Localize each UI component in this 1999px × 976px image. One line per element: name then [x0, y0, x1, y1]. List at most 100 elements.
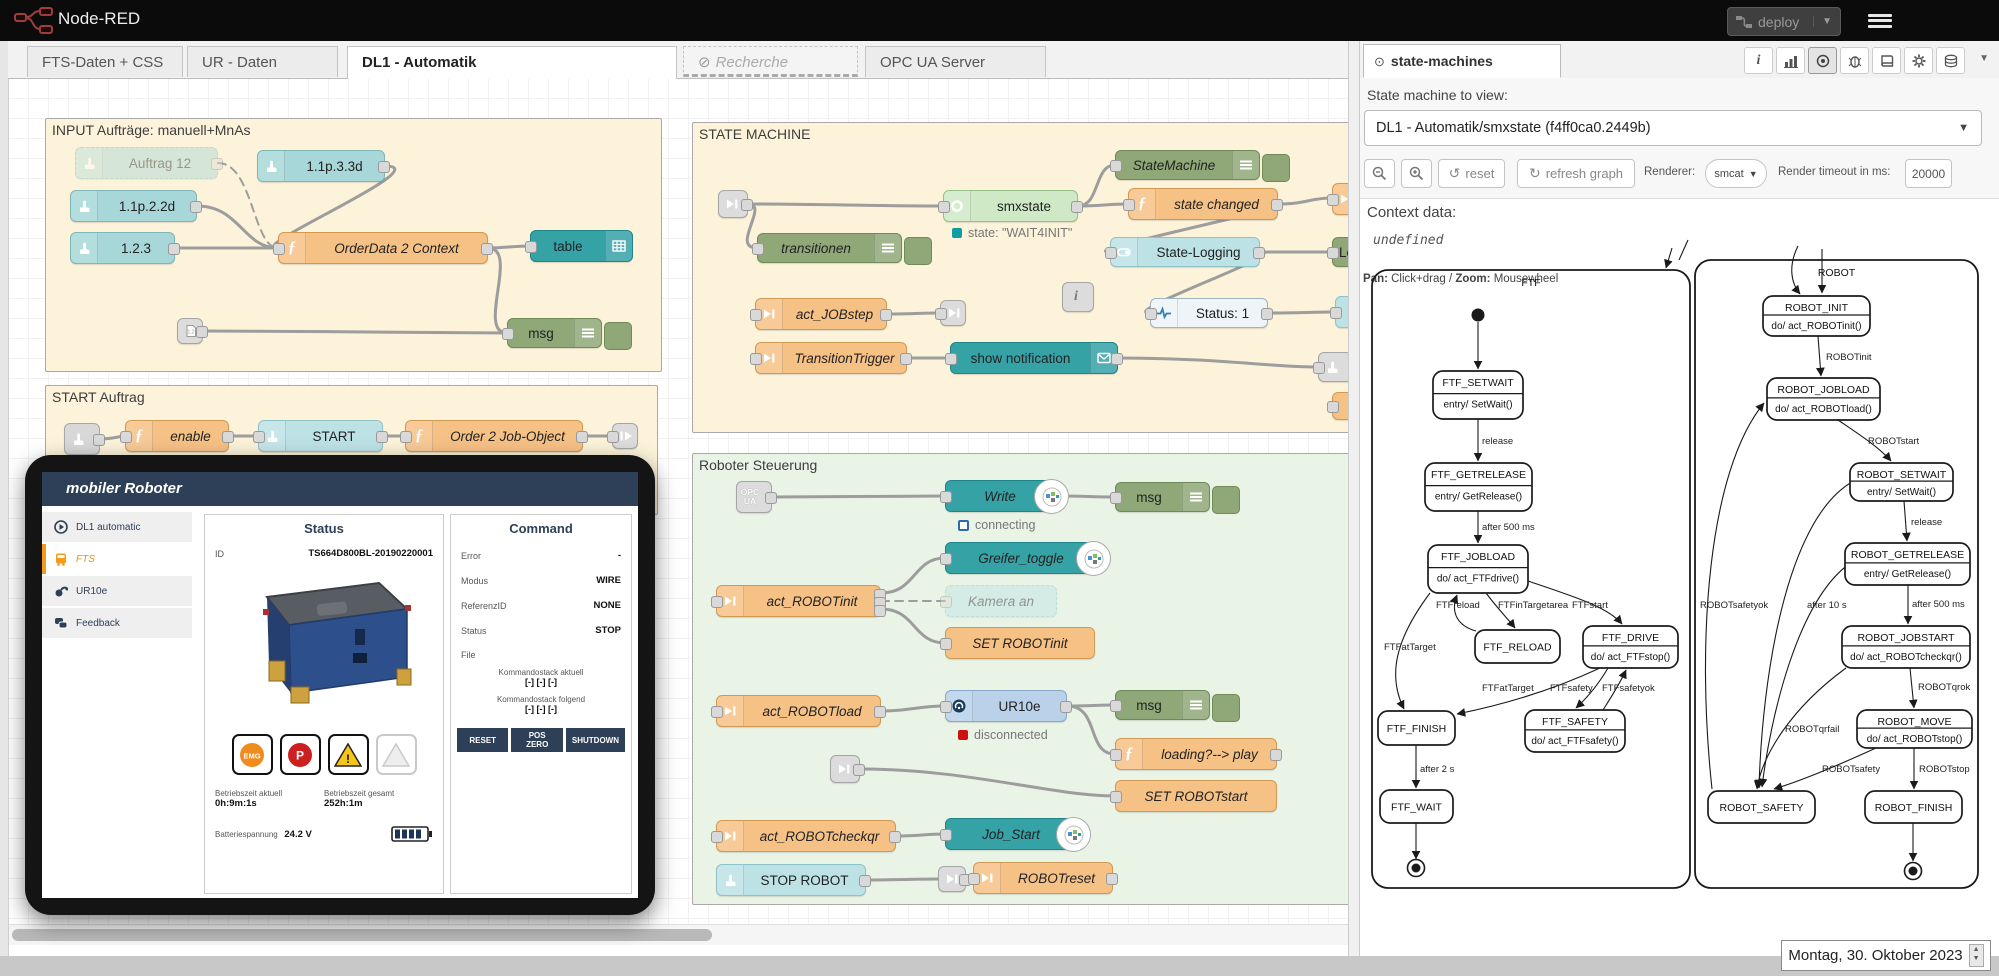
output-port[interactable] [889, 831, 901, 843]
func-set-robotinit[interactable]: SET ROBOTinit [945, 627, 1095, 659]
link-out-jobstep[interactable] [940, 300, 966, 326]
link-in-sm[interactable] [718, 190, 748, 218]
inject-123[interactable]: 1.2.3 [70, 232, 175, 264]
func-act-robotcheckqr[interactable]: act_ROBOTcheckqr [716, 820, 896, 852]
input-port[interactable] [1110, 700, 1122, 712]
input-port[interactable] [940, 638, 952, 650]
input-port[interactable] [752, 243, 764, 255]
link-opcua[interactable]: OPCUAOPC UA [736, 481, 772, 513]
tab-recherche[interactable]: ⊘Recherche [683, 46, 858, 77]
input-port[interactable] [273, 243, 285, 255]
node-state-logging[interactable]: State-Logging [1110, 237, 1260, 267]
input-port[interactable] [711, 706, 723, 718]
tab-dl1-automatik[interactable]: DL1 - Automatik [347, 46, 677, 79]
inject-11p33d[interactable]: 1.1p.3.3d [257, 150, 385, 182]
hand-icon[interactable] [258, 151, 285, 181]
debug-msg-3[interactable]: msg [1115, 690, 1210, 720]
input-port[interactable] [1110, 791, 1122, 803]
cut-cyan[interactable] [1335, 296, 1348, 328]
inject-auftrag-12[interactable]: Auftrag 12 [75, 147, 218, 179]
input-port[interactable] [1110, 160, 1122, 172]
node-ur10e[interactable]: UR10e [945, 690, 1067, 722]
output-port[interactable] [1060, 701, 1072, 713]
input-port[interactable] [940, 491, 952, 503]
input-port[interactable] [750, 309, 762, 321]
cut-orange-link[interactable] [1332, 183, 1348, 215]
output-port[interactable] [168, 243, 180, 255]
hand-icon[interactable] [71, 233, 98, 263]
func-enable[interactable]: ƒenable [125, 420, 229, 452]
output-port[interactable] [853, 764, 865, 776]
output-port[interactable] [222, 431, 234, 443]
output-port[interactable] [481, 243, 493, 255]
deploy-button[interactable]: deploy ▼ [1727, 7, 1841, 36]
input-port[interactable] [940, 596, 952, 608]
dashboard-nav-dl1-automatic[interactable]: DL1 automatic [42, 512, 192, 542]
node-table[interactable]: table [530, 230, 633, 262]
hand-icon[interactable] [76, 148, 103, 178]
input-port[interactable] [940, 701, 952, 713]
cut-orange-2[interactable] [1332, 392, 1348, 420]
input-port[interactable] [607, 431, 619, 443]
output-port[interactable] [211, 158, 223, 170]
func-robotreset[interactable]: ROBOTreset [973, 862, 1113, 894]
reset-button[interactable]: RESET [457, 728, 508, 752]
output-port[interactable] [576, 431, 588, 443]
output-port[interactable] [1106, 873, 1118, 885]
debug-transitionen[interactable]: transitionen [757, 233, 902, 263]
scrollbar-thumb[interactable] [12, 929, 712, 941]
emg-button[interactable]: EMG [232, 734, 273, 775]
protective-stop-button[interactable]: P [280, 734, 321, 775]
output-port[interactable] [93, 434, 105, 446]
output-port[interactable] [190, 201, 202, 213]
output-port[interactable] [1253, 247, 1265, 259]
output-port[interactable] [1271, 199, 1283, 211]
node-show-notification[interactable]: show notification [950, 342, 1118, 374]
output-port[interactable] [880, 309, 892, 321]
func-act-robotinit[interactable]: act_ROBOTinit [716, 585, 881, 617]
output-port[interactable] [1261, 308, 1273, 320]
output-port[interactable] [900, 353, 912, 365]
input-port[interactable] [711, 831, 723, 843]
main-menu-button[interactable] [1868, 11, 1892, 30]
date-box[interactable]: Montag, 30. Oktober 2023 ▲▼ [1781, 940, 1991, 971]
deploy-caret-icon[interactable]: ▼ [1813, 16, 1840, 27]
input-port[interactable] [1330, 307, 1342, 319]
input-port[interactable] [1313, 362, 1325, 374]
func-orderdata-2-context[interactable]: ƒOrderData 2 Context [278, 232, 488, 264]
input-port[interactable] [968, 873, 980, 885]
sidebar-splitter[interactable] [1348, 41, 1360, 958]
flow-canvas[interactable]: mobiler Roboter DL1 automaticFTSUR10eFee… [8, 78, 1348, 945]
func-act-robotload[interactable]: act_ROBOTload [716, 695, 881, 727]
input-port[interactable] [935, 308, 947, 320]
tab-fts-daten-css[interactable]: FTS-Daten + CSS [27, 46, 183, 77]
debug-statemachine[interactable]: StateMachine [1115, 150, 1260, 180]
input-port[interactable] [1110, 492, 1122, 504]
output-port[interactable] [376, 431, 388, 443]
input-port[interactable] [711, 596, 723, 608]
debug-toggle-button[interactable] [1212, 486, 1240, 514]
inject-11p22d[interactable]: 1.1p.2.2d [70, 190, 197, 222]
input-port[interactable] [945, 353, 957, 365]
input-port[interactable] [750, 353, 762, 365]
inject-start-small[interactable] [64, 423, 100, 455]
hand-icon[interactable] [717, 865, 744, 895]
debug-toggle-button[interactable] [604, 322, 632, 350]
func-set-robotstart[interactable]: SET ROBOTstart [1115, 780, 1277, 812]
func-loading-play[interactable]: ƒloading?--> play [1115, 738, 1277, 770]
input-port[interactable] [1123, 199, 1135, 211]
input-port[interactable] [940, 829, 952, 841]
link-out-start[interactable] [612, 423, 638, 449]
input-port[interactable] [1145, 308, 1157, 320]
inject-start[interactable]: START [258, 420, 383, 452]
func-state-changed[interactable]: ƒstate changed [1128, 188, 1278, 220]
output-port[interactable] [378, 161, 390, 173]
canvas-horizontal-scrollbar[interactable] [8, 924, 1348, 945]
link-in-12[interactable]: 1,2 [177, 318, 203, 344]
cut-log[interactable]: Log [1332, 237, 1348, 267]
warning-inactive-button[interactable] [376, 734, 417, 775]
node-write[interactable]: Write [945, 480, 1055, 512]
input-port[interactable] [120, 431, 132, 443]
node-kamera-an[interactable]: Kamera an [945, 585, 1057, 617]
link-in-reset[interactable] [938, 866, 966, 892]
